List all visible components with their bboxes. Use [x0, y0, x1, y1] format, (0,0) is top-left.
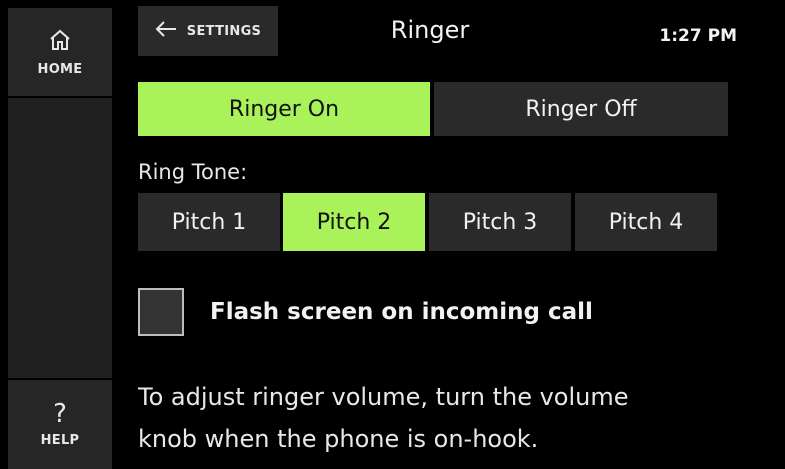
flash-screen-checkbox[interactable]	[138, 288, 184, 336]
arrow-left-icon	[155, 21, 177, 41]
back-settings-button[interactable]: SETTINGS	[138, 6, 278, 56]
home-icon	[48, 28, 72, 56]
home-button[interactable]: HOME	[8, 8, 112, 96]
info-line-1: To adjust ringer volume, turn the volume	[138, 383, 629, 411]
volume-info-text: To adjust ringer volume, turn the volume…	[138, 376, 778, 460]
sidebar: HOME ? HELP	[8, 8, 112, 469]
back-label: SETTINGS	[186, 23, 262, 39]
ringer-on-button[interactable]: Ringer On	[138, 82, 430, 136]
help-label: HELP	[40, 433, 80, 448]
pitch-4-button[interactable]: Pitch 4	[575, 193, 717, 251]
sidebar-divider	[8, 96, 112, 98]
info-line-2: knob when the phone is on-hook.	[138, 425, 539, 453]
pitch-1-button[interactable]: Pitch 1	[138, 193, 280, 251]
home-label: HOME	[37, 61, 83, 77]
ringer-off-button[interactable]: Ringer Off	[434, 82, 728, 136]
pitch-3-button[interactable]: Pitch 3	[429, 193, 571, 251]
ring-tone-label: Ring Tone:	[138, 160, 248, 184]
page-title: Ringer	[390, 16, 470, 44]
help-button[interactable]: ? HELP	[8, 380, 112, 469]
pitch-2-button[interactable]: Pitch 2	[283, 193, 425, 251]
question-mark-icon: ?	[53, 399, 67, 429]
flash-screen-label: Flash screen on incoming call	[210, 299, 593, 325]
clock-time: 1:27 PM	[659, 26, 737, 46]
